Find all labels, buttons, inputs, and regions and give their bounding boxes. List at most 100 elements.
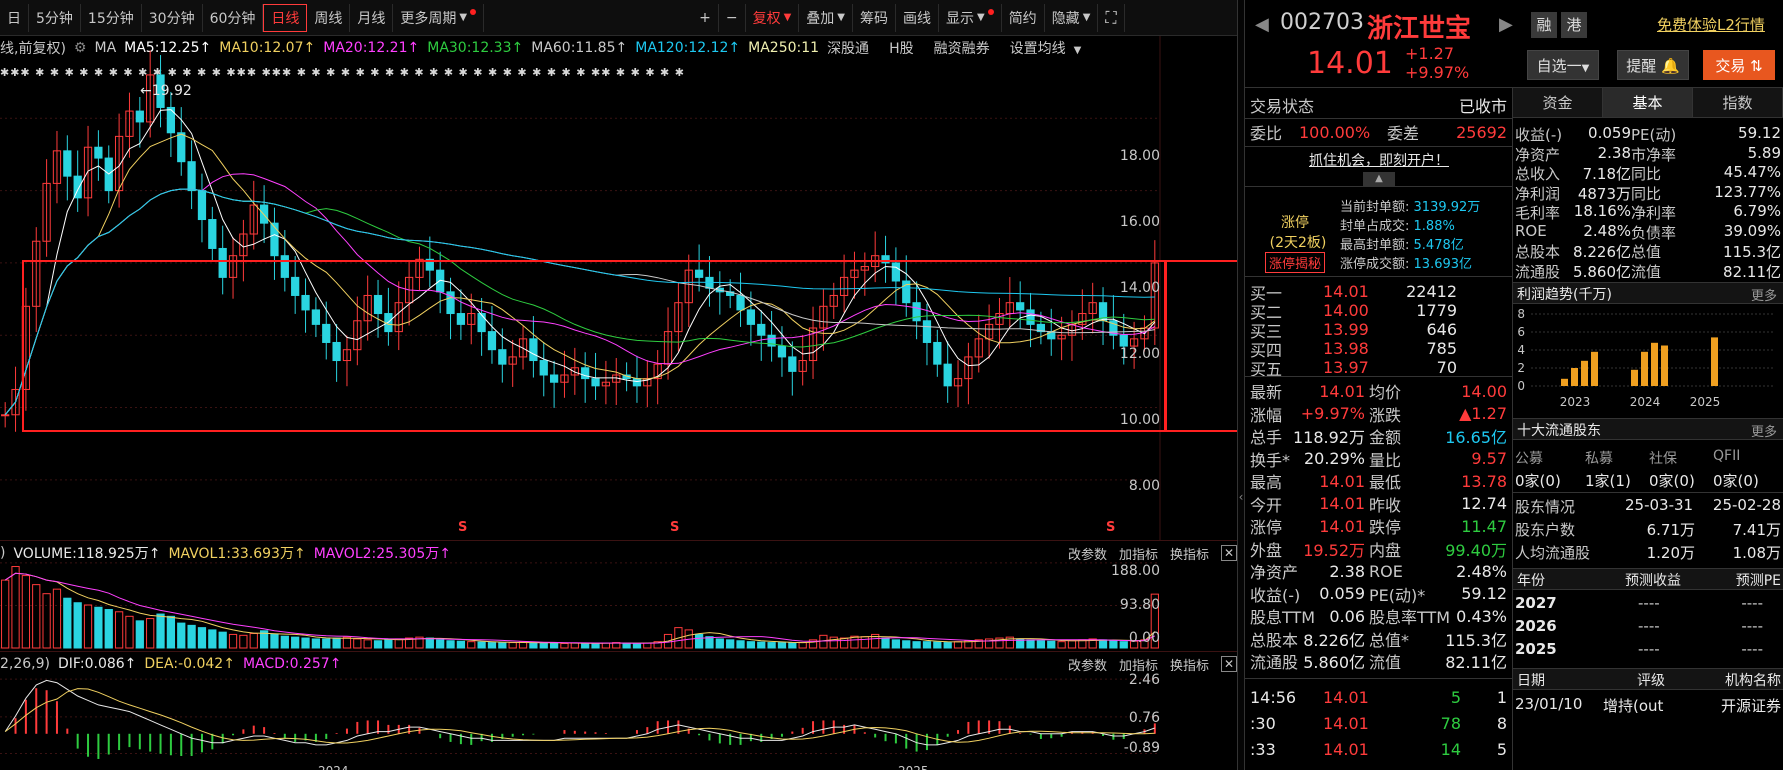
profit-ytick: 8 [1517, 307, 1525, 321]
expand-icon[interactable]: ⛶ [1098, 3, 1125, 32]
fund-label: 同比 [1631, 184, 1662, 203]
prev-stock-icon[interactable]: ◀ [1255, 14, 1269, 35]
volume-bar [373, 640, 383, 649]
tick-row[interactable]: 14:56 14.01 5 1 [1245, 686, 1513, 708]
panel-splitter[interactable] [1237, 0, 1245, 770]
volume-bar [363, 639, 372, 649]
volume-bar [446, 640, 455, 649]
tab-index[interactable]: 指数 [1693, 88, 1783, 117]
stat-value: 118.92万 [1293, 428, 1365, 447]
stat-label: 金额 [1369, 428, 1402, 447]
volume-bar [467, 641, 476, 649]
period-weekly[interactable]: 周线 [307, 3, 351, 32]
candle-body [94, 146, 103, 159]
volume-bar [705, 636, 714, 649]
bid-row[interactable]: 买一 14.01 22412 [1245, 282, 1513, 303]
bid-volume: 1779 [1416, 301, 1457, 320]
stat-value: 14.01 [1319, 494, 1365, 513]
period-daily[interactable]: 日线 [263, 3, 308, 32]
volume-bar [560, 642, 569, 649]
limit-info-label: 涨停成交额: [1340, 257, 1410, 272]
tab-basic[interactable]: 基本 [1603, 88, 1693, 117]
volume-bar [1067, 640, 1077, 649]
forecast-value: ---- [1638, 617, 1660, 635]
holder-date: 25-03-31 [1625, 496, 1694, 514]
hk-connect-badge[interactable]: 港 [1561, 12, 1587, 38]
adjust-button[interactable]: 复权 ▼ [746, 3, 800, 32]
volume-bar [197, 627, 207, 649]
volume-bar [456, 640, 466, 649]
fund-value: 115.3亿 [1723, 243, 1781, 261]
candle-body [270, 222, 279, 257]
holder-type-value: 0家(0) [1713, 472, 1759, 490]
tick-row[interactable]: :30 14.01 78 8 [1245, 712, 1513, 734]
holders-more-link[interactable]: 更多 [1751, 421, 1777, 440]
close-icon[interactable]: ✕ [1221, 545, 1237, 561]
zoom-in-button[interactable]: + [692, 3, 719, 32]
period-15min[interactable]: 15分钟 [81, 3, 142, 32]
stat-value: 9.57 [1471, 449, 1507, 468]
overlay-button[interactable]: 叠加 ▼ [799, 3, 853, 32]
forecast-year: 2025 [1515, 640, 1557, 658]
period-monthly[interactable]: 月线 [350, 3, 394, 32]
open-account-link[interactable]: 抓住机会，即刻开户！ [1245, 150, 1513, 170]
stock-name[interactable]: 浙江世宝 [1367, 8, 1471, 45]
divider [1245, 376, 1513, 377]
tick-count: 1 [1496, 687, 1507, 707]
volume-bar [1026, 639, 1035, 649]
trade-button[interactable]: 交易 ⇅ [1703, 50, 1775, 80]
zoom-out-button[interactable]: − [719, 3, 746, 32]
annotation-box-side[interactable] [1164, 260, 1237, 432]
kline-chart[interactable]: 线,前复权) ⚙ MA MA5:12.25↑ MA10:12.07↑ MA20:… [0, 36, 1237, 540]
next-stock-icon[interactable]: ▶ [1499, 14, 1513, 35]
free-l2-link[interactable]: 免费体验L2行情 [1657, 14, 1765, 35]
margin-badge[interactable]: 融 [1531, 12, 1557, 38]
period-day-short[interactable]: 日 [0, 3, 29, 32]
tab-capital[interactable]: 资金 [1513, 88, 1603, 117]
macd-edit-params[interactable]: 改参数 [1068, 655, 1107, 674]
period-60min[interactable]: 60分钟 [203, 3, 264, 32]
annotation-box-main[interactable] [22, 260, 1167, 432]
holder-type: QFII [1713, 448, 1741, 464]
profit-bar [1561, 378, 1568, 386]
fund-label: 负债率 [1631, 223, 1677, 242]
ytick: 16.00 [1119, 214, 1160, 230]
stock-header: ◀ 002703 浙江世宝 ▶ 融 港 免费体验L2行情 14.01 +1.27… [1245, 0, 1783, 88]
macd-add-indicator[interactable]: 加指标 [1119, 655, 1158, 674]
holder-row-value: 7.41万 [1732, 521, 1781, 539]
simple-button[interactable]: 简约 [1002, 3, 1045, 32]
volume-bar [839, 637, 849, 649]
bid-row[interactable]: 买二 14.00 1779 [1245, 301, 1513, 322]
fund-label: 流通股 [1515, 262, 1561, 281]
period-more[interactable]: 更多周期 ▼ [393, 3, 485, 32]
display-button[interactable]: 显示 ▼ [939, 3, 1002, 32]
macd-change-indicator[interactable]: 换指标 [1170, 655, 1209, 674]
volume-bar [73, 602, 82, 649]
fund-label: 净利率 [1631, 204, 1677, 222]
period-30min[interactable]: 30分钟 [142, 3, 203, 32]
chips-button[interactable]: 筹码 [853, 3, 896, 32]
bid-row[interactable]: 买四 13.98 785 [1245, 339, 1513, 360]
close-icon[interactable]: ✕ [1221, 656, 1237, 672]
remind-button[interactable]: 提醒 🔔 [1617, 50, 1689, 80]
hide-button[interactable]: 隐藏 ▼ [1045, 3, 1099, 32]
volume-bar [436, 639, 445, 649]
limit-reveal-button[interactable]: 涨停揭秘 [1265, 252, 1326, 273]
collapse-up-icon[interactable]: ▲ [1363, 172, 1395, 186]
holder-type-value: 1家(1) [1585, 472, 1631, 490]
divider [1245, 276, 1513, 277]
profit-more-link[interactable]: 更多 [1751, 285, 1777, 304]
draw-line-button[interactable]: 画线 [896, 3, 939, 32]
period-5min[interactable]: 5分钟 [29, 3, 81, 32]
volume-bar [570, 642, 579, 649]
collapse-arrow-icon[interactable]: ‹ [1237, 490, 1245, 510]
bid-row[interactable]: 买三 13.99 646 [1245, 320, 1513, 341]
price-change: +1.27 +9.97% [1405, 44, 1469, 82]
profit-xlabel: 2025 [1690, 395, 1721, 409]
bid-row[interactable]: 买五 13.97 70 [1245, 358, 1513, 379]
volume-bar [508, 642, 517, 649]
stat-label: PE(动)* [1369, 585, 1426, 605]
tick-row[interactable]: :33 14.01 14 5 [1245, 738, 1513, 760]
watchlist-button[interactable]: 自选一▼ [1527, 50, 1599, 80]
fund-label: 流值 [1631, 262, 1662, 281]
